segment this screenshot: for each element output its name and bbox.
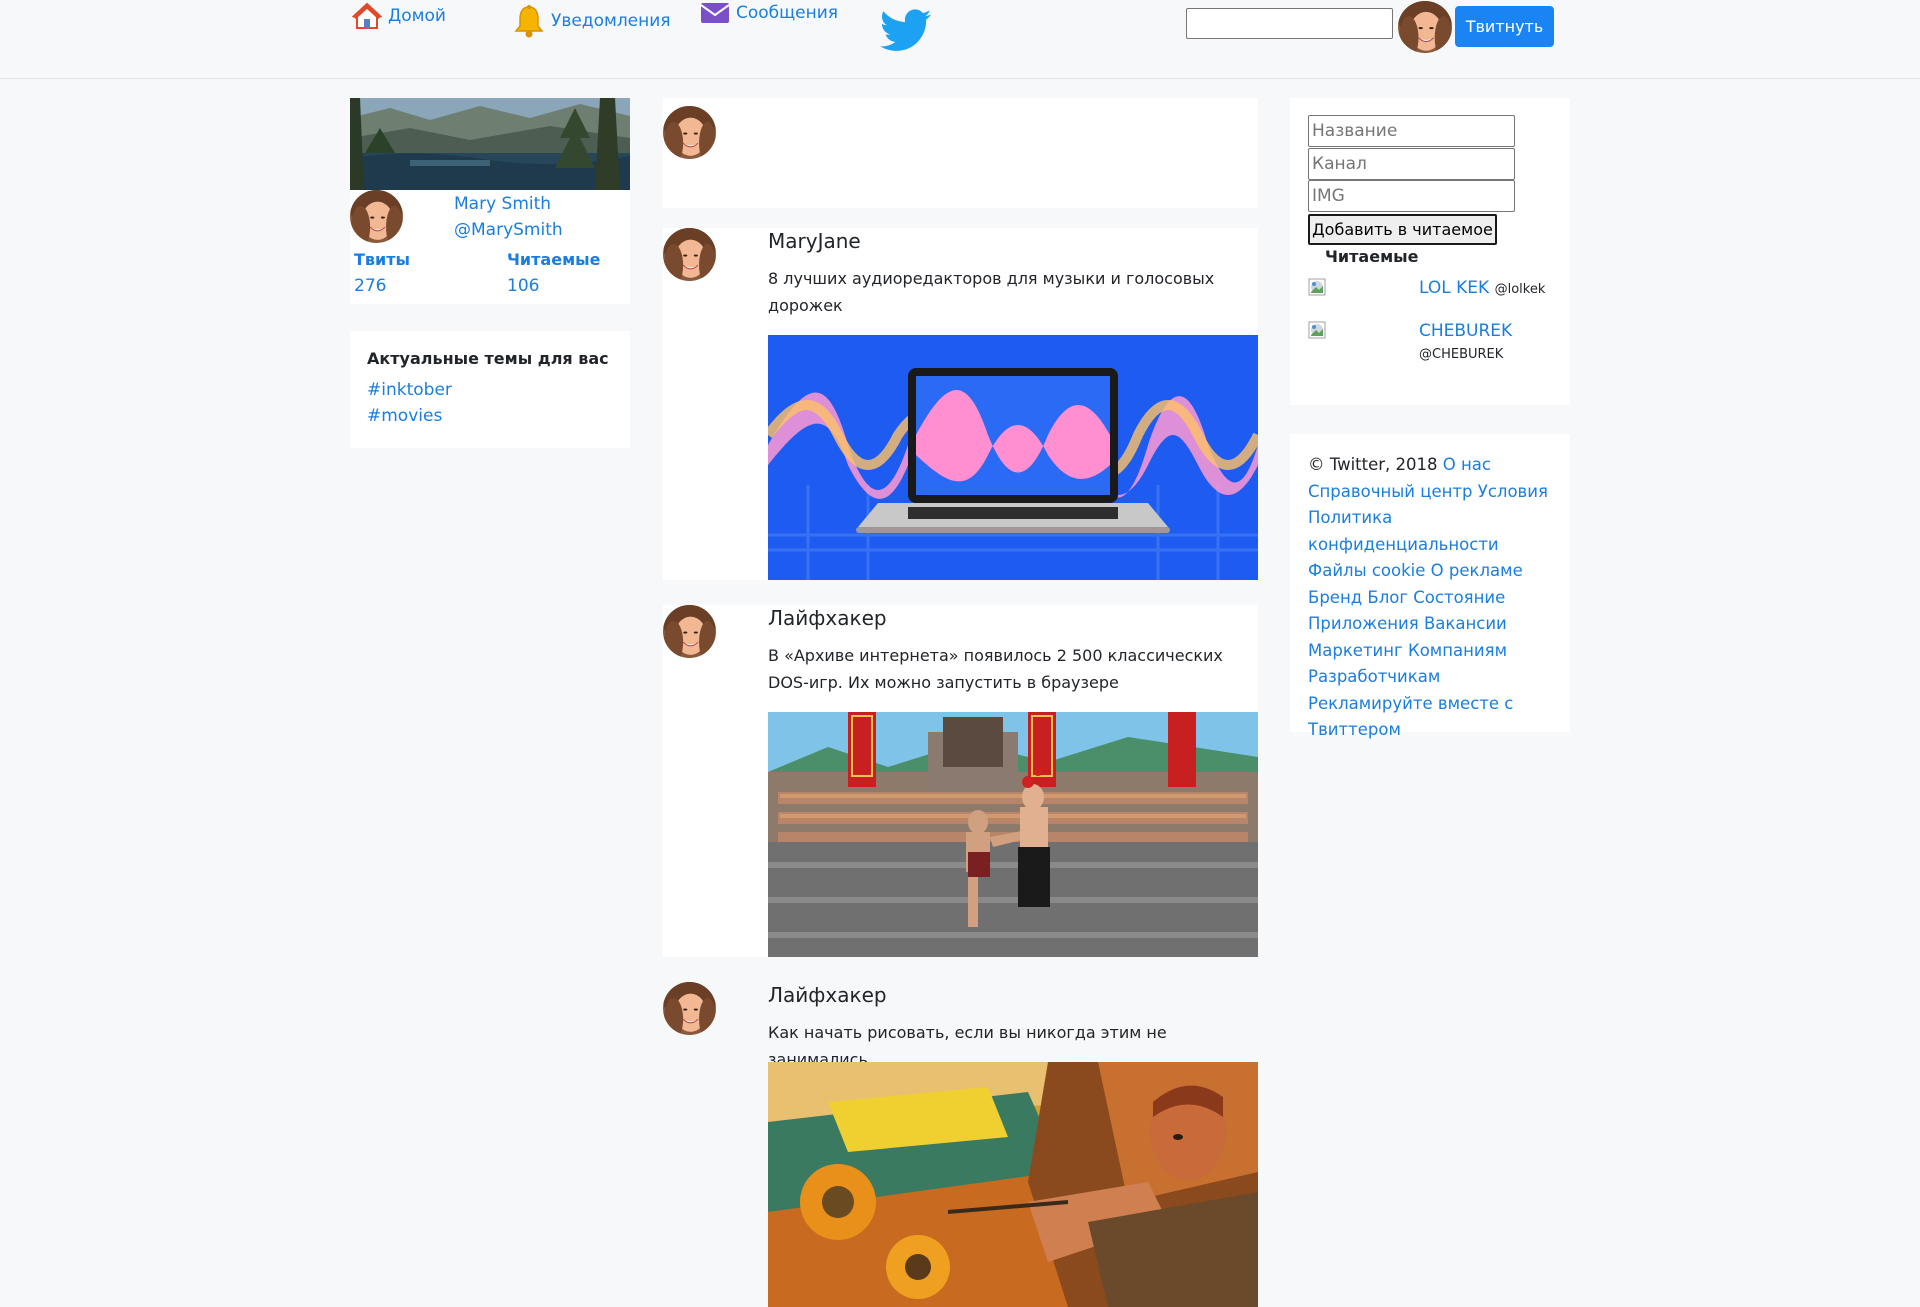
home-icon: [352, 2, 382, 30]
bell-icon: [513, 4, 545, 38]
footer-link[interactable]: О рекламе: [1431, 561, 1523, 580]
tweet-media-image[interactable]: [768, 712, 1258, 957]
broken-image-icon: [1308, 321, 1326, 339]
footer-link[interactable]: О нас: [1443, 455, 1491, 474]
add-following-card: Добавить в читаемое Читаемые LOL KEK @lo…: [1290, 98, 1570, 405]
footer-link[interactable]: Рекламируйте вместе с Твиттером: [1308, 694, 1513, 740]
footer-link[interactable]: Компаниям: [1408, 641, 1507, 660]
footer-link[interactable]: Вакансии: [1424, 614, 1507, 633]
footer-link[interactable]: Разработчикам: [1308, 667, 1440, 686]
tweet-author-name: MaryJane: [768, 229, 861, 253]
search-input[interactable]: [1186, 8, 1393, 39]
header-user-avatar[interactable]: [1398, 1, 1452, 53]
nav-home-link[interactable]: Домой: [352, 2, 446, 30]
top-navigation-bar: Домой Уведомления Сообщения Твитнуть: [0, 0, 1920, 79]
profile-name-link[interactable]: Mary Smith: [454, 194, 551, 214]
nav-notifications-label: Уведомления: [551, 11, 671, 31]
add-to-following-button[interactable]: Добавить в читаемое: [1308, 214, 1497, 245]
footer-link[interactable]: Справочный центр: [1308, 482, 1473, 501]
tweet-text: 8 лучших аудиоредакторов для музыки и го…: [768, 269, 1215, 315]
tweet-author-avatar[interactable]: [663, 982, 716, 1035]
footer-link[interactable]: Блог: [1367, 588, 1408, 607]
compose-tweet-card: [663, 98, 1258, 208]
nav-messages-label: Сообщения: [736, 3, 839, 23]
nav-notifications-link[interactable]: Уведомления: [513, 4, 671, 38]
footer-link[interactable]: Приложения: [1308, 614, 1419, 633]
footer-link[interactable]: Состояние: [1413, 588, 1505, 607]
follow-name-input[interactable]: [1308, 115, 1515, 147]
following-channel-handle: @lolkek: [1494, 282, 1546, 297]
nav-home-label: Домой: [388, 6, 446, 26]
footer-link[interactable]: Файлы cookie: [1308, 561, 1425, 580]
following-channel-name: LOL KEK: [1419, 278, 1490, 298]
footer-link[interactable]: Условия: [1478, 482, 1548, 501]
footer-link[interactable]: Политика конфиденциальности: [1308, 508, 1499, 554]
footer-link[interactable]: Маркетинг: [1308, 641, 1403, 660]
broken-image-icon: [1308, 278, 1326, 296]
tweet-author-name: Лайфхакер: [768, 983, 887, 1007]
trend-tag-link[interactable]: #movies: [367, 403, 613, 429]
follow-img-input[interactable]: [1308, 180, 1515, 212]
trends-title: Актуальные темы для вас: [367, 349, 609, 368]
tweet-button[interactable]: Твитнуть: [1455, 6, 1554, 47]
tweet-author-name: Лайфхакер: [768, 606, 887, 630]
profile-avatar[interactable]: [350, 190, 403, 243]
following-channel-link[interactable]: CHEBUREK @CHEBUREK: [1419, 321, 1512, 362]
following-count-label[interactable]: Читаемые: [507, 250, 600, 269]
nav-messages-link[interactable]: Сообщения: [700, 2, 838, 24]
following-channel-handle: @CHEBUREK: [1419, 347, 1504, 362]
follow-channel-input[interactable]: [1308, 148, 1515, 180]
trend-tag-link[interactable]: #inktober: [367, 377, 613, 403]
tweet-text: В «Архиве интернета» появилось 2 500 кла…: [768, 646, 1223, 692]
trends-card: Актуальные темы для вас #inktober #movie…: [350, 331, 630, 448]
copyright-text: © Twitter, 2018: [1308, 455, 1438, 474]
tweet-item: MaryJane 8 лучших аудиоредакторов для му…: [663, 228, 1258, 580]
tweet-item: Лайфхакер Как начать рисовать, если вы н…: [663, 982, 1258, 1307]
tweets-count-value[interactable]: 276: [354, 276, 386, 296]
profile-banner-image: [350, 98, 630, 190]
footer-link[interactable]: Бренд: [1308, 588, 1362, 607]
envelope-icon: [700, 2, 730, 24]
twitter-bird-logo-icon[interactable]: [879, 8, 932, 59]
tweet-media-image[interactable]: [768, 335, 1258, 580]
following-count-value[interactable]: 106: [507, 276, 539, 296]
tweet-author-avatar[interactable]: [663, 605, 716, 658]
following-list-title: Читаемые: [1325, 247, 1419, 266]
tweet-media-image[interactable]: [768, 1062, 1258, 1307]
profile-handle-link[interactable]: @MarySmith: [454, 220, 563, 240]
following-channel-link[interactable]: LOL KEK @lolkek: [1419, 278, 1545, 298]
tweet-item: Лайфхакер В «Архиве интернета» появилось…: [663, 605, 1258, 957]
profile-card: Mary Smith @MarySmith Твиты Читаемые 276…: [350, 98, 630, 304]
tweets-count-label[interactable]: Твиты: [354, 250, 410, 269]
following-channel-name: CHEBUREK: [1419, 321, 1513, 341]
compose-user-avatar[interactable]: [663, 106, 716, 159]
tweet-author-avatar[interactable]: [663, 228, 716, 281]
footer-card: © Twitter, 2018 О нас Справочный центр У…: [1290, 434, 1570, 739]
